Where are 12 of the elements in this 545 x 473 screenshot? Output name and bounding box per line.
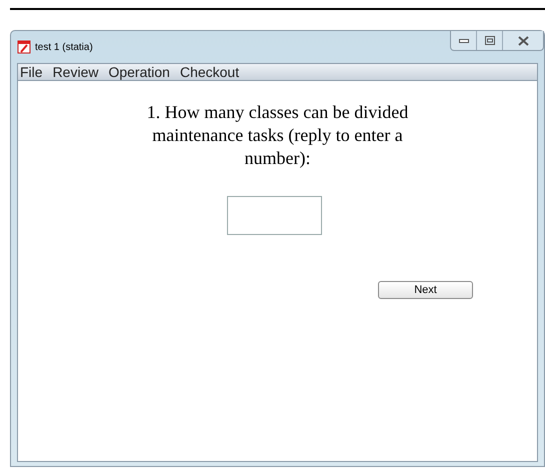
app-icon [17, 40, 31, 54]
menu-item[interactable]: Operation [108, 65, 170, 79]
question-text: 1. How many classes can be divided maintenance tasks (reply to enter a number): [146, 101, 410, 170]
window-title: test 1 (statia) [35, 40, 93, 54]
menu-item[interactable]: Checkout [180, 65, 240, 79]
minimize-icon [458, 38, 468, 42]
close-icon [518, 36, 528, 46]
maximize-icon [484, 36, 494, 45]
menu-item[interactable]: Review [52, 65, 98, 79]
next-button[interactable]: Next [378, 281, 473, 299]
menu-item[interactable]: File [20, 65, 43, 79]
answer-field[interactable] [227, 196, 322, 235]
